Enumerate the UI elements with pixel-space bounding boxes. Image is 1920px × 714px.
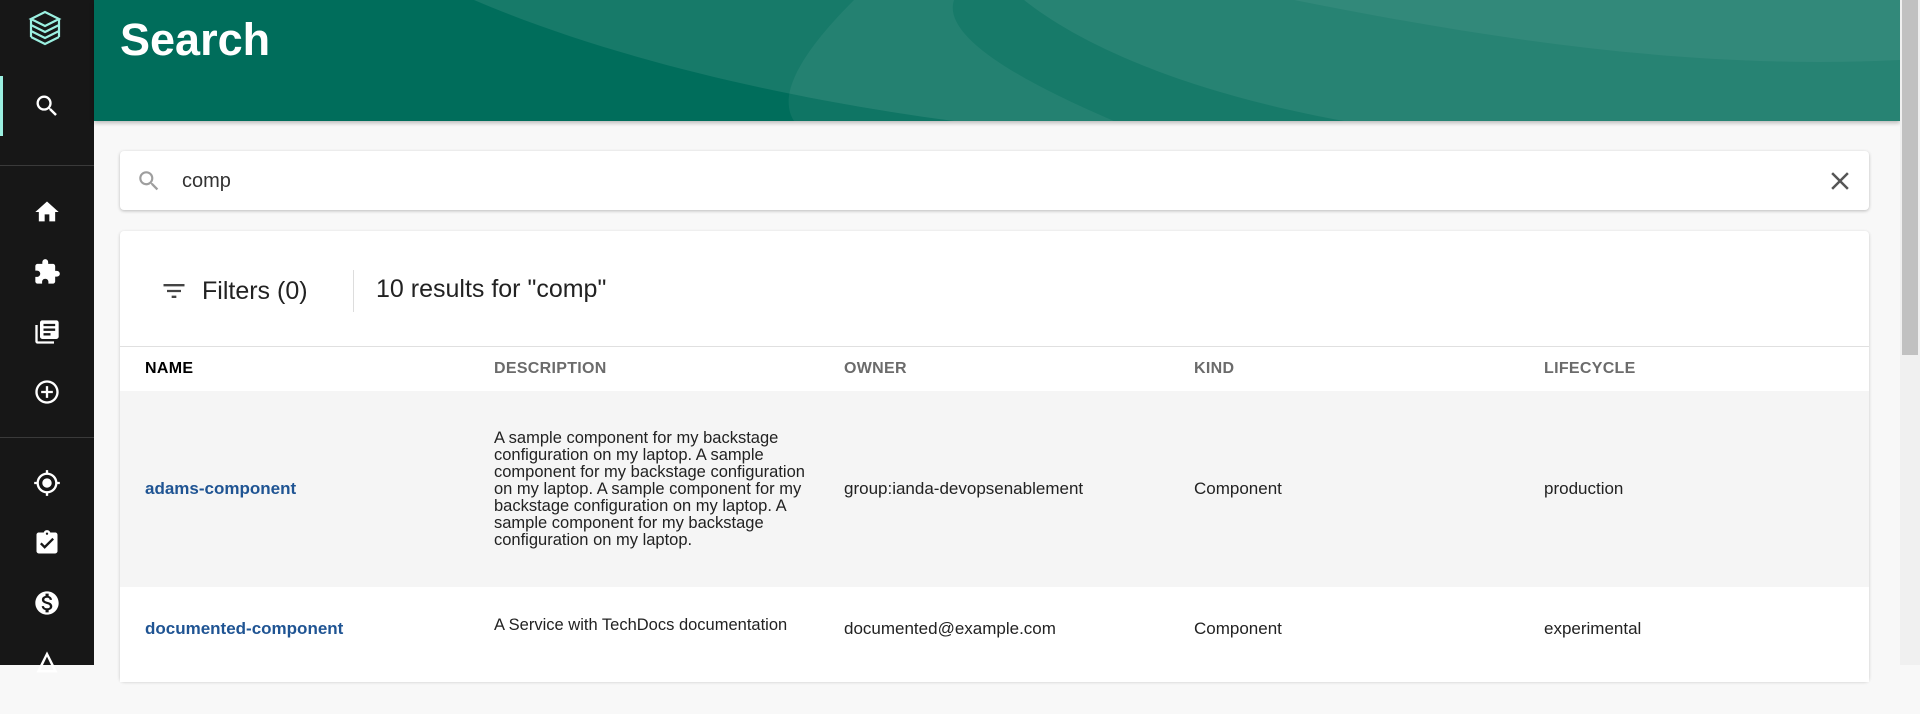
assignment-check-icon (36, 530, 58, 554)
lifecycle-cell: production (1544, 479, 1624, 498)
lifecycle-cell: experimental (1544, 619, 1642, 638)
header-background-pattern (474, 0, 1900, 121)
add-circle-icon (35, 380, 59, 404)
search-bar (120, 151, 1869, 210)
sidebar-item-tech-radar[interactable] (0, 453, 94, 513)
backstage-logo-icon[interactable] (27, 10, 63, 50)
library-icon (35, 320, 59, 344)
table-row[interactable]: adams-component A sample component for m… (120, 391, 1869, 587)
filters-label: Filters (0) (202, 276, 308, 305)
toolbar-divider (353, 270, 354, 312)
name-cell: adams-component (145, 391, 296, 587)
owner-cell: documented@example.com (844, 619, 1056, 638)
scrollbar-thumb[interactable] (1902, 0, 1918, 355)
sidebar-item-plugins[interactable] (0, 242, 94, 302)
kind-cell: Component (1194, 479, 1282, 498)
sidebar-item-home[interactable] (0, 182, 94, 242)
home-icon (35, 201, 59, 222)
description-cell: A Service with TechDocs documentation (494, 616, 788, 634)
column-header-lifecycle[interactable]: LIFECYCLE (1544, 347, 1636, 391)
sidebar (0, 0, 94, 673)
page-title: Search (120, 14, 271, 65)
search-input[interactable] (180, 161, 1784, 201)
column-header-name[interactable]: NAME (145, 347, 193, 391)
sidebar-item-search[interactable] (0, 76, 94, 136)
column-header-owner[interactable]: OWNER (844, 347, 907, 391)
target-icon (34, 470, 60, 496)
sidebar-item-graph[interactable] (0, 633, 94, 693)
kind-cell: Component (1194, 619, 1282, 638)
puzzle-icon (35, 259, 60, 284)
filter-list-icon (163, 284, 185, 298)
table-header: NAME DESCRIPTION OWNER KIND LIFECYCLE (120, 346, 1869, 392)
money-icon (35, 591, 59, 615)
table-row[interactable]: documented-component A Service with Tech… (120, 587, 1869, 682)
graph-icon (36, 651, 58, 673)
column-header-description[interactable]: DESCRIPTION (494, 347, 607, 391)
description-cell: A sample component for my backstage conf… (494, 428, 805, 549)
page-header: Search (94, 0, 1900, 121)
sidebar-item-docs[interactable] (0, 302, 94, 362)
sidebar-item-tasks[interactable] (0, 513, 94, 573)
search-icon (36, 95, 57, 116)
entity-link[interactable]: documented-component (145, 619, 343, 639)
page-scrollbar[interactable] (1900, 0, 1920, 665)
owner-cell: group:ianda-devopsenablement (844, 479, 1084, 498)
results-count: 10 results for "comp" (376, 275, 607, 303)
results-toolbar: Filters (0) 10 results for "comp" (120, 231, 1869, 346)
clear-search-button[interactable] (1825, 166, 1855, 196)
sidebar-divider (0, 437, 94, 438)
close-icon (1831, 172, 1849, 190)
entity-link[interactable]: adams-component (145, 479, 296, 499)
sidebar-divider (0, 165, 94, 166)
sidebar-item-cost[interactable] (0, 573, 94, 633)
search-icon (139, 171, 159, 191)
results-panel: Filters (0) 10 results for "comp" NAME D… (120, 231, 1869, 682)
sidebar-item-create[interactable] (0, 362, 94, 422)
name-cell: documented-component (145, 587, 343, 714)
filters-button[interactable]: Filters (0) (160, 271, 308, 311)
column-header-kind[interactable]: KIND (1194, 347, 1234, 391)
